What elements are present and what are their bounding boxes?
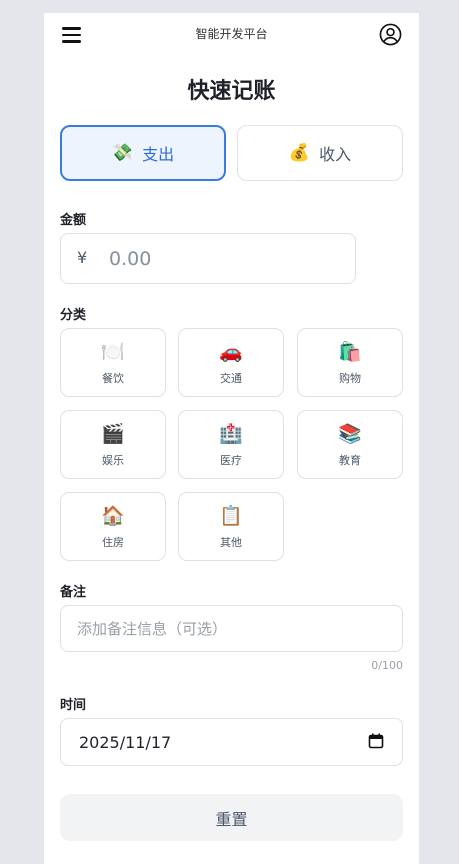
category-label-housing: 住房: [102, 536, 124, 549]
category-medical[interactable]: 🏥 医疗: [178, 410, 284, 479]
category-shopping[interactable]: 🛍️ 购物: [297, 328, 403, 397]
clipboard-icon: 📋: [219, 505, 243, 527]
category-education[interactable]: 📚 教育: [297, 410, 403, 479]
category-dining[interactable]: 🍽️ 餐饮: [60, 328, 166, 397]
shopping-bags-icon: 🛍️: [338, 341, 362, 363]
car-icon: 🚗: [219, 341, 243, 363]
category-entertainment[interactable]: 🎬 娱乐: [60, 410, 166, 479]
app-title: 智能开发平台: [195, 27, 268, 41]
date-field[interactable]: 2025/11/17: [60, 718, 403, 766]
amount-label: 金额: [60, 213, 87, 228]
fork-knife-plate-icon: 🍽️: [101, 341, 125, 363]
amount-input[interactable]: [109, 242, 339, 276]
expense-type-button[interactable]: 💸 支出: [60, 125, 226, 181]
page-title: 快速记账: [187, 79, 276, 104]
clapper-board-icon: 🎬: [101, 423, 125, 445]
date-value: 2025/11/17: [79, 733, 172, 752]
category-label-dining: 餐饮: [102, 372, 124, 385]
category-label-entertainment: 娱乐: [102, 454, 124, 467]
category-housing[interactable]: 🏠 住房: [60, 492, 166, 561]
reset-button[interactable]: 重置: [60, 794, 403, 841]
note-label: 备注: [60, 585, 87, 600]
category-label-transport: 交通: [220, 372, 242, 385]
category-other[interactable]: 📋 其他: [178, 492, 284, 561]
app-screen: 智能开发平台 快速记账 💸 支出 💰 收入 金额 ¥ 分类 🍽️ 餐饮 🚗 交通…: [44, 13, 419, 864]
category-transport[interactable]: 🚗 交通: [178, 328, 284, 397]
category-label-medical: 医疗: [220, 454, 242, 467]
income-type-button[interactable]: 💰 收入: [237, 125, 403, 181]
amount-field: ¥: [60, 233, 356, 284]
category-label-other: 其他: [220, 536, 242, 549]
category-label: 分类: [60, 308, 87, 323]
currency-symbol: ¥: [77, 248, 88, 267]
money-bag-icon: 💰: [288, 143, 311, 163]
expense-label: 支出: [142, 145, 175, 164]
hospital-icon: 🏥: [219, 423, 243, 445]
note-char-counter: 0/100: [371, 659, 403, 672]
books-icon: 📚: [338, 423, 362, 445]
calendar-icon[interactable]: [368, 733, 384, 749]
user-circle-icon[interactable]: [379, 23, 402, 46]
income-label: 收入: [319, 145, 352, 164]
category-label-education: 教育: [339, 454, 361, 467]
note-field: [60, 605, 403, 652]
house-icon: 🏠: [101, 505, 125, 527]
time-label: 时间: [60, 698, 87, 713]
top-bar: 智能开发平台: [44, 13, 419, 55]
category-label-shopping: 购物: [339, 372, 361, 385]
money-with-wings-icon: 💸: [111, 143, 134, 163]
note-input[interactable]: [77, 616, 387, 642]
